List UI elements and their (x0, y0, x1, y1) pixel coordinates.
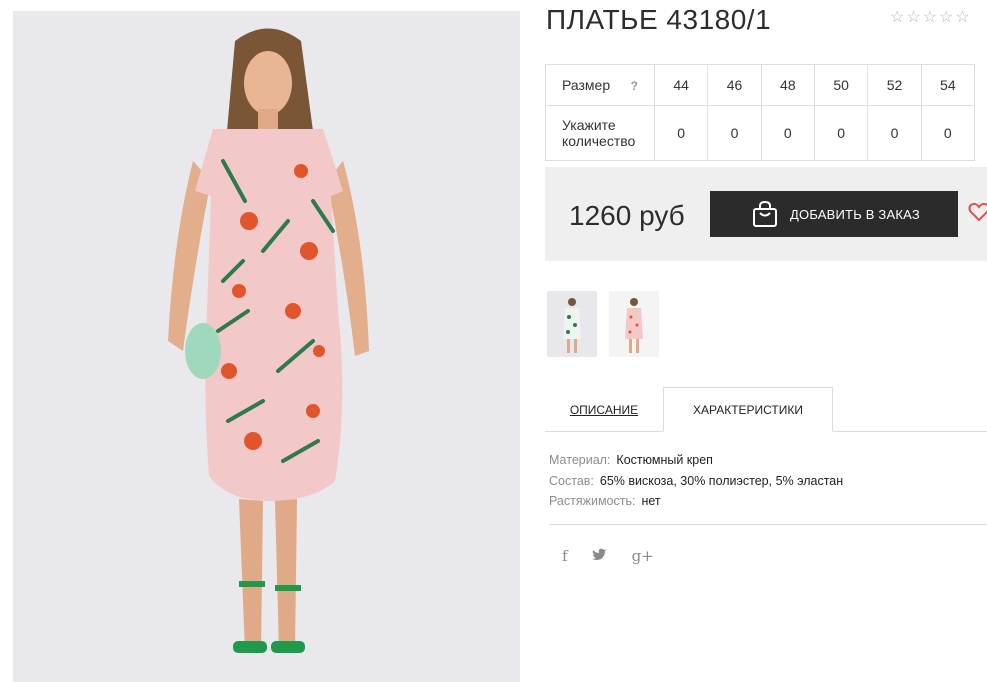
twitter-icon[interactable] (591, 547, 608, 565)
social-share: f g+ (562, 547, 654, 565)
size-quantity-table: Размер ? 44 46 48 50 52 54 Укажите колич… (545, 64, 976, 161)
size-value: 50 (813, 64, 869, 106)
quantity-input[interactable]: 0 (920, 105, 976, 161)
size-label-cell: Размер ? (545, 64, 655, 106)
thumbnail-1[interactable] (547, 291, 597, 357)
quantity-input[interactable]: 0 (867, 105, 922, 161)
characteristic-key: Состав: (549, 473, 594, 488)
characteristic-key: Материал: (549, 453, 611, 467)
size-value: 48 (760, 64, 815, 106)
add-to-order-button[interactable]: ДОБАВИТЬ В ЗАКАЗ (710, 191, 958, 237)
tab-characteristics[interactable]: ХАРАКТЕРИСТИКИ (663, 387, 833, 432)
add-to-order-label: ДОБАВИТЬ В ЗАКАЗ (790, 206, 920, 222)
product-title: ПЛАТЬЕ 43180/1 (546, 4, 772, 35)
characteristic-value: Костюмный креп (616, 453, 713, 467)
size-value: 44 (653, 64, 709, 106)
star-icon[interactable]: ☆ (955, 10, 969, 26)
characteristic-row: Состав: 65% вискоза, 30% полиэстер, 5% эл… (549, 471, 843, 492)
facebook-icon[interactable]: f (562, 547, 568, 565)
quantity-input[interactable]: 0 (653, 105, 709, 161)
characteristic-key: Растяжимость: (549, 494, 636, 508)
quantity-row: Укажите количество 0 0 0 0 0 0 (545, 105, 976, 161)
google-plus-icon[interactable]: g+ (632, 547, 654, 565)
characteristics-list: Материал: Костюмный креп Состав: 65% виско… (549, 450, 843, 512)
size-help-icon[interactable]: ? (631, 78, 638, 94)
size-value: 54 (920, 64, 976, 106)
characteristic-row: Растяжимость: нет (549, 491, 843, 512)
quantity-input[interactable]: 0 (760, 105, 815, 161)
characteristic-value: 65% вискоза, 30% полиэстер, 5% эластан (599, 473, 844, 488)
product-main-photo[interactable] (13, 11, 520, 682)
size-label: Размер (562, 77, 611, 93)
size-value: 52 (867, 64, 922, 106)
price: 1260 руб (569, 200, 685, 231)
rating-stars[interactable]: ☆ ☆ ☆ ☆ ☆ (890, 10, 970, 26)
size-value: 46 (707, 64, 762, 106)
section-divider (549, 524, 987, 525)
price-panel: 1260 руб ДОБАВИТЬ В ЗАКАЗ (545, 167, 987, 261)
characteristic-value: нет (641, 494, 661, 508)
heart-icon[interactable] (968, 201, 987, 223)
quantity-label: Укажите количество (545, 105, 655, 161)
star-icon[interactable]: ☆ (923, 10, 937, 26)
quantity-input[interactable]: 0 (707, 105, 762, 161)
quantity-input[interactable]: 0 (813, 105, 869, 161)
size-row: Размер ? 44 46 48 50 52 54 (545, 64, 976, 106)
characteristic-row: Материал: Костюмный креп (549, 450, 843, 471)
thumbnail-2[interactable] (609, 291, 659, 357)
star-icon[interactable]: ☆ (906, 10, 920, 26)
tab-description[interactable]: ОПИСАНИЕ (545, 387, 663, 432)
quantity-label-line2: количество (562, 133, 636, 149)
shopping-bag-icon (753, 200, 777, 227)
star-icon[interactable]: ☆ (890, 10, 904, 26)
star-icon[interactable]: ☆ (939, 10, 953, 26)
quantity-label-line1: Укажите (562, 117, 616, 133)
